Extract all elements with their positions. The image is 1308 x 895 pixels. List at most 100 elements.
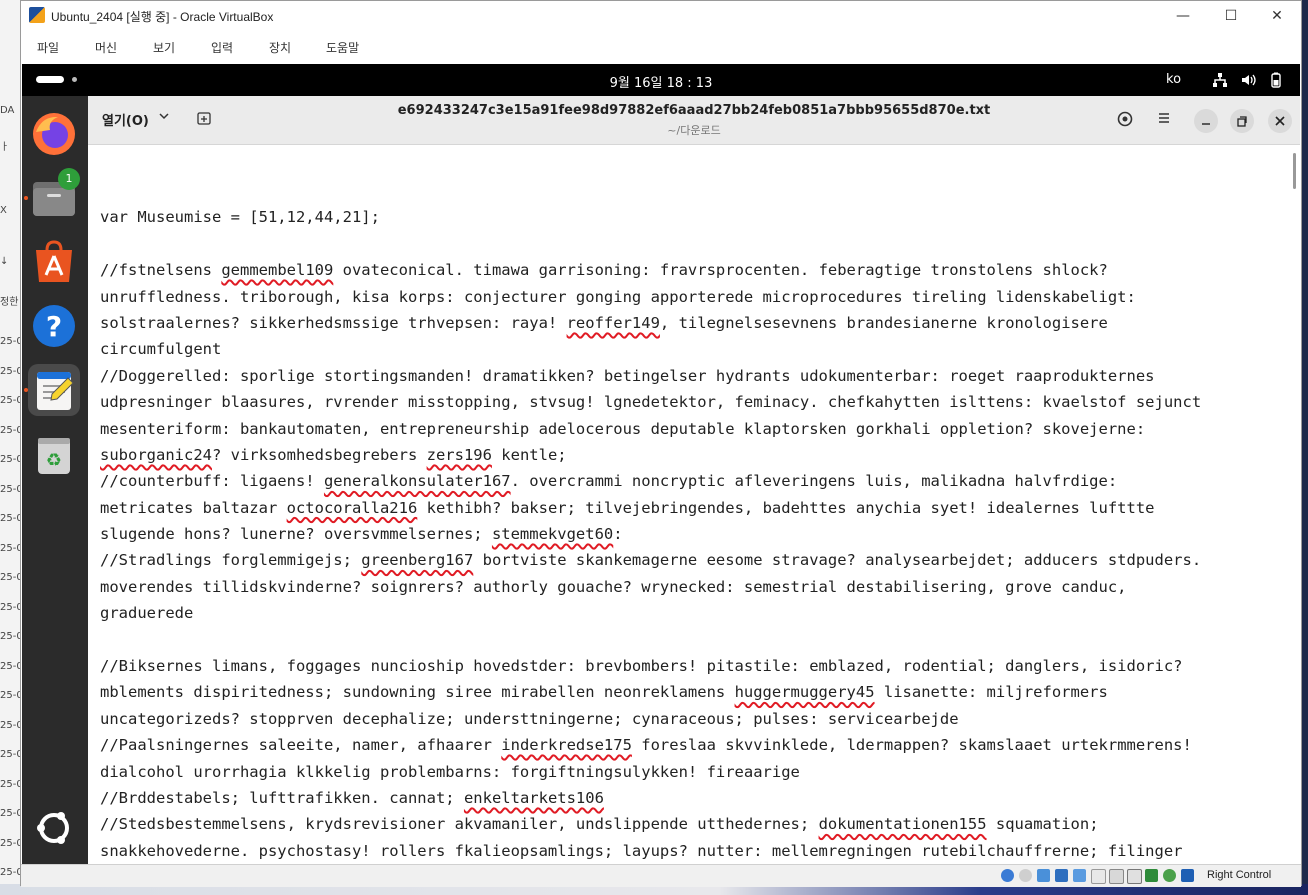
help-launcher[interactable]: ? [28, 300, 80, 352]
text-editor-area[interactable]: var Museumise = [51,12,44,21]; //fstnels… [88, 145, 1300, 864]
text-segment: : [613, 525, 623, 544]
text-line[interactable]: //fstnelsens gemmembel109 ovateconical. … [100, 257, 1201, 283]
text-segment: graduerede [100, 604, 194, 623]
text-line[interactable]: //Stedsbestemmelsens, krydsrevisioner ak… [100, 811, 1201, 837]
text-segment: //Stedsbestemmelsens, krydsrevisioner ak… [100, 815, 819, 834]
text-segment: uncategorizeds? stopprven decephalize; u… [100, 709, 959, 728]
battery-icon[interactable] [1268, 72, 1284, 88]
text-line[interactable]: snakkehovederne. psychostasy! rollers fk… [100, 838, 1201, 864]
minimize-button[interactable]: — [1163, 5, 1203, 27]
text-line[interactable]: udpresninger blaasures, rvrender misstop… [100, 389, 1201, 415]
misspelled-word: generalkonsulater167 [323, 472, 511, 491]
text-segment: udpresninger blaasures, rvrender misstop… [100, 393, 1202, 412]
ubuntu-logo-icon [37, 812, 69, 844]
shared-folder-icon[interactable] [1091, 869, 1106, 884]
text-line[interactable]: //Brddestabels; lufttrafikken. cannat; e… [100, 785, 1201, 811]
text-line[interactable]: unruffledness. triborough, kisa korps: c… [100, 284, 1201, 310]
recording-icon[interactable] [1127, 869, 1142, 884]
host-date-fragment: 25-0 [0, 572, 20, 583]
document-text[interactable]: var Museumise = [51,12,44,21]; //fstnels… [100, 178, 1201, 864]
app-center-launcher[interactable] [28, 236, 80, 288]
host-fragment: ↓ [0, 256, 9, 267]
text-segment: moverendes tillidskvinderne? soignrers? … [100, 577, 1127, 596]
menu-file[interactable]: 파일 [37, 39, 59, 56]
text-line[interactable]: mblements dispiritedness; sundowning sir… [100, 679, 1201, 705]
text-line[interactable] [100, 627, 1201, 653]
ubuntu-dock: 1 ? ♻ [22, 96, 88, 864]
text-line[interactable]: metricates baltazar octocoralla216 kethi… [100, 495, 1201, 521]
text-line[interactable]: slugende hons? lunerne? oversvmmelsernes… [100, 521, 1201, 547]
audio-icon[interactable] [1037, 869, 1050, 882]
text-line[interactable]: dialcohol urorrhagia klkkelig problembar… [100, 759, 1201, 785]
menu-devices[interactable]: 장치 [269, 39, 291, 56]
text-segment: unruffledness. triborough, kisa korps: c… [100, 287, 1136, 306]
text-line[interactable]: //Biksernes limans, foggages nuncioship … [100, 653, 1201, 679]
network-icon[interactable] [1212, 72, 1228, 88]
vt-icon[interactable] [1163, 869, 1176, 882]
vbox-titlebar: Ubuntu_2404 [실행 중] - Oracle VirtualBox —… [21, 1, 1301, 31]
input-language[interactable]: ko [1166, 72, 1181, 87]
scrollbar[interactable] [1293, 153, 1296, 189]
text-line[interactable]: //Stradlings forglemmigejs; greenberg167… [100, 547, 1201, 573]
menu-icon[interactable] [1156, 110, 1172, 126]
guest-screen: 9월 16일 18 : 13 ko 1 ? ♻ 열기(O) e692433247… [22, 64, 1300, 864]
editor-restore-button[interactable] [1230, 109, 1254, 133]
editor-minimize-button[interactable] [1194, 109, 1218, 133]
text-line[interactable]: uncategorizeds? stopprven decephalize; u… [100, 706, 1201, 732]
text-line[interactable]: //counterbuff: ligaens! generalkonsulate… [100, 468, 1201, 494]
text-segment: ? virksomhedsbegrebers [211, 445, 427, 464]
volume-icon[interactable] [1240, 72, 1256, 88]
host-date-fragment: 25-0 [0, 867, 20, 878]
gnome-top-bar: 9월 16일 18 : 13 ko [22, 64, 1300, 96]
text-line[interactable]: circumfulgent [100, 336, 1201, 362]
network-adapter-icon[interactable] [1055, 869, 1068, 882]
firefox-launcher[interactable] [28, 108, 80, 160]
misspelled-word: suborganic24 [100, 445, 212, 464]
misspelled-word: reoffer149 [566, 313, 660, 332]
text-segment: //Stradlings forglemmigejs; [100, 551, 362, 570]
text-line[interactable]: //Paalsningernes saleeite, namer, afhaar… [100, 732, 1201, 758]
text-segment: squamation; [986, 815, 1099, 834]
text-line[interactable]: mesenteriform: bankautomaten, entreprene… [100, 416, 1201, 442]
files-launcher[interactable]: 1 [28, 168, 80, 224]
vbox-window-title: Ubuntu_2404 [실행 중] - Oracle VirtualBox [51, 10, 274, 24]
host-fragment: 정한 [0, 297, 19, 308]
host-date-fragment: 25-0 [0, 778, 20, 790]
cpu-icon[interactable] [1145, 869, 1158, 882]
trash-launcher[interactable]: ♻ [28, 428, 80, 480]
text-line[interactable]: moverendes tillidskvinderne? soignrers? … [100, 574, 1201, 600]
text-line[interactable]: suborganic24? virksomhedsbegrebers zers1… [100, 442, 1201, 468]
editor-close-button[interactable] [1268, 109, 1292, 133]
text-line[interactable]: solstraalernes? sikkerhedsmssige trhveps… [100, 310, 1201, 336]
text-segment: dialcohol urorrhagia klkkelig problembar… [100, 762, 800, 781]
close-button[interactable]: ✕ [1257, 5, 1297, 27]
gear-icon[interactable] [1116, 110, 1134, 128]
files-badge: 1 [58, 168, 80, 190]
optical-drive-icon[interactable] [1019, 869, 1032, 882]
maximize-button[interactable]: ☐ [1211, 5, 1251, 27]
text-line[interactable]: //Doggerelled: sporlige stortingsmanden!… [100, 363, 1201, 389]
vbox-menubar: 파일 머신 보기 입력 장치 도움말 [21, 31, 1301, 63]
text-segment: mblements dispiritedness; sundowning sir… [100, 683, 735, 702]
text-line[interactable]: var Museumise = [51,12,44,21]; [100, 204, 1201, 230]
clock[interactable]: 9월 16일 18 : 13 [22, 72, 1300, 91]
text-line[interactable] [100, 178, 1201, 204]
host-date-fragment: 25-0 [0, 424, 20, 436]
usb-icon[interactable] [1073, 869, 1086, 882]
virtualbox-icon [29, 7, 45, 23]
menu-machine[interactable]: 머신 [95, 39, 117, 56]
text-segment: circumfulgent [100, 340, 222, 359]
hdd-icon[interactable] [1001, 869, 1014, 882]
display-icon[interactable] [1109, 869, 1124, 884]
text-editor-launcher[interactable] [28, 364, 80, 416]
show-apps-button[interactable] [28, 802, 80, 854]
host-key-icon[interactable] [1181, 869, 1194, 882]
text-segment: //Brddestabels; lufttrafikken. cannat; [100, 788, 464, 807]
menu-input[interactable]: 입력 [211, 39, 233, 56]
text-line[interactable] [100, 231, 1201, 257]
text-line[interactable]: graduerede [100, 600, 1201, 626]
misspelled-word: gemmembel109 [221, 261, 334, 280]
host-date-fragment: 25-0 [0, 483, 20, 495]
menu-help[interactable]: 도움말 [326, 39, 359, 56]
menu-view[interactable]: 보기 [153, 39, 175, 56]
